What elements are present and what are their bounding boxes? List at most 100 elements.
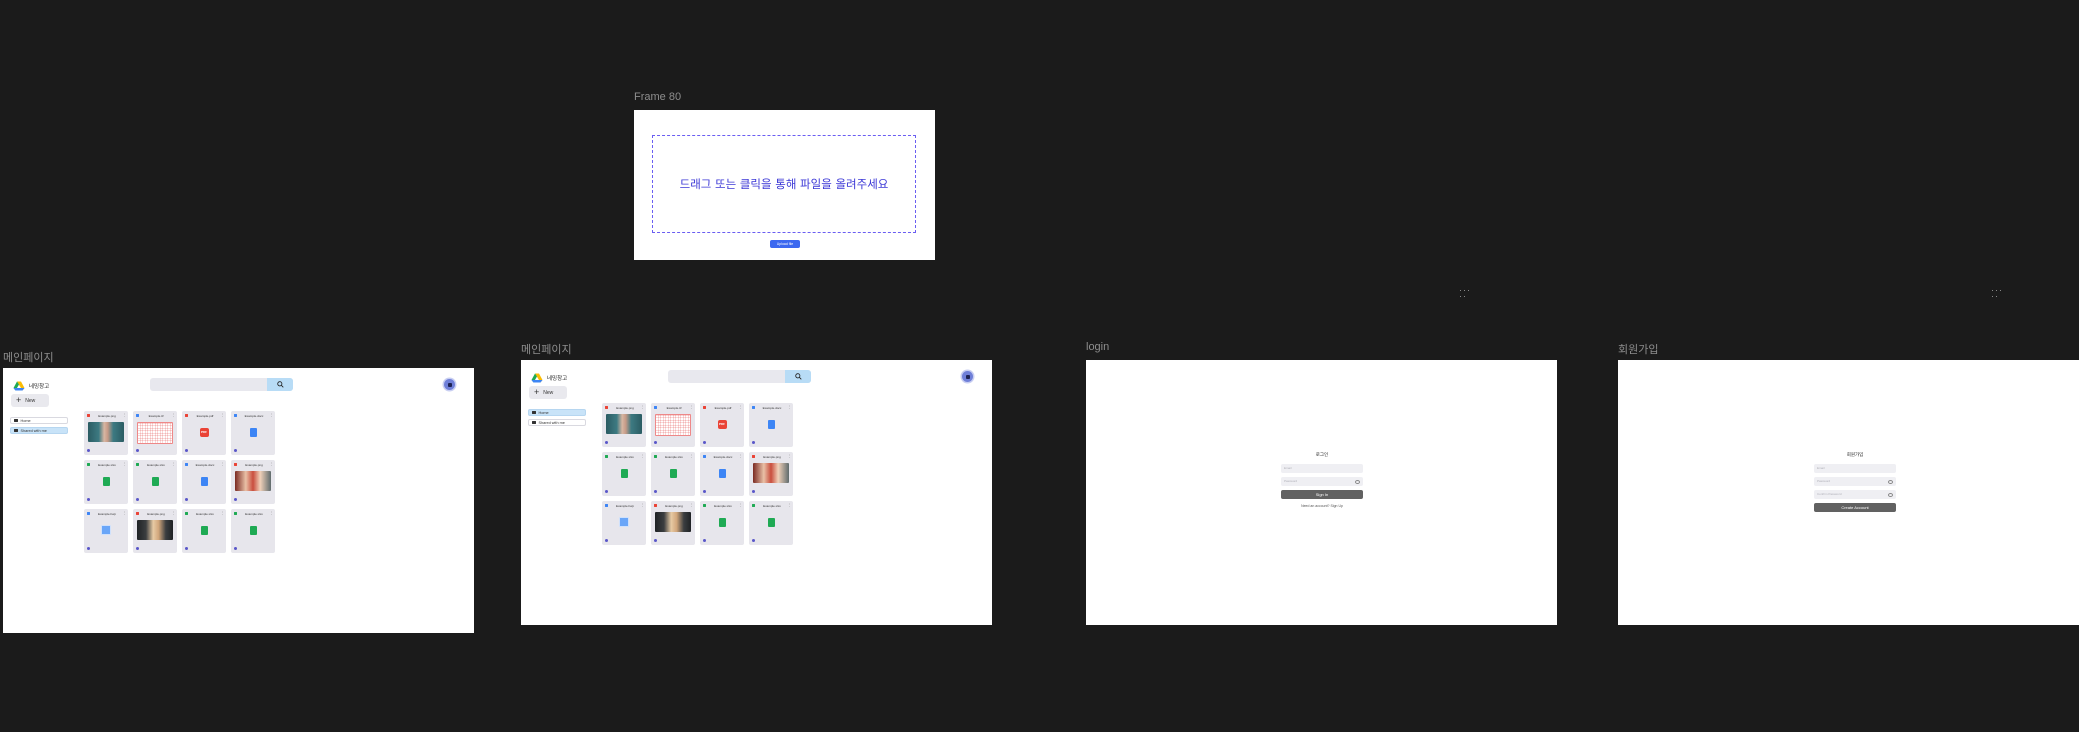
nav-item-label: Home bbox=[538, 410, 549, 415]
upload-button-label: Upload file bbox=[776, 242, 794, 246]
drop-zone-text: 드래그 또는 클릭을 통해 파일을 올려주세요 bbox=[679, 177, 889, 191]
more-vert-icon[interactable]: ⋮ bbox=[270, 413, 274, 417]
more-vert-icon[interactable]: ⋮ bbox=[788, 503, 792, 507]
file-card[interactable]: Example.xlsx ⋮ bbox=[602, 452, 646, 496]
file-card[interactable]: Example.pdf ⋮ PDF bbox=[182, 411, 226, 455]
more-vert-icon[interactable]: ⋮ bbox=[221, 462, 225, 466]
file-meta bbox=[654, 539, 657, 542]
file-card[interactable]: Example.xlsx ⋮ bbox=[749, 501, 793, 545]
spreadsheet-icon bbox=[620, 468, 628, 478]
email-field[interactable]: Email bbox=[1814, 464, 1896, 473]
more-vert-icon[interactable]: ⋮ bbox=[172, 511, 176, 515]
file-card[interactable]: Example.png ⋮ bbox=[749, 452, 793, 496]
new-button[interactable]: + New bbox=[529, 386, 567, 399]
more-vert-icon[interactable]: ⋮ bbox=[641, 454, 645, 458]
nav-item-home[interactable]: Home bbox=[10, 417, 68, 424]
confirm-password-placeholder: Confirm Password bbox=[1817, 492, 1842, 496]
sign-in-button[interactable]: Sign In bbox=[1281, 490, 1363, 499]
file-type-icon bbox=[185, 512, 188, 515]
file-meta bbox=[752, 441, 755, 444]
password-field[interactable]: Password bbox=[1281, 477, 1363, 486]
file-grid: Example.png ⋮ Example.tif ⋮ Example.pdf ⋮ PDF E… bbox=[84, 411, 275, 553]
file-card[interactable]: Example.pdf ⋮ PDF bbox=[700, 403, 744, 447]
file-card[interactable]: Example.xlsx ⋮ bbox=[133, 460, 177, 504]
create-account-button[interactable]: Create Account bbox=[1814, 503, 1896, 512]
more-vert-icon[interactable]: ⋮ bbox=[270, 511, 274, 515]
file-card[interactable]: Example.hwp ⋮ bbox=[84, 509, 128, 553]
file-drop-zone[interactable]: 드래그 또는 클릭을 통해 파일을 올려주세요 bbox=[652, 135, 916, 233]
file-meta bbox=[87, 449, 90, 452]
logo[interactable]: 네밍창고 bbox=[13, 380, 49, 392]
confirm-password-field[interactable]: Confirm Password bbox=[1814, 490, 1896, 499]
eye-icon[interactable] bbox=[1888, 493, 1893, 497]
user-avatar-icon[interactable] bbox=[444, 379, 455, 390]
more-vert-icon[interactable]: ⋮ bbox=[172, 413, 176, 417]
file-card[interactable]: Example.docx ⋮ bbox=[749, 403, 793, 447]
search-input[interactable] bbox=[668, 370, 811, 383]
more-vert-icon[interactable]: ⋮ bbox=[690, 503, 694, 507]
email-field[interactable]: Email bbox=[1281, 464, 1363, 473]
nav-item-shared[interactable]: Shared with me bbox=[528, 419, 586, 426]
more-vert-icon[interactable]: ⋮ bbox=[739, 405, 743, 409]
eye-icon[interactable] bbox=[1888, 480, 1893, 484]
search-button[interactable] bbox=[785, 370, 811, 383]
more-vert-icon[interactable]: ⋮ bbox=[270, 462, 274, 466]
file-card[interactable]: Example.xlsx ⋮ bbox=[231, 509, 275, 553]
more-vert-icon[interactable]: ⋮ bbox=[788, 454, 792, 458]
nav-item-home[interactable]: Home bbox=[528, 409, 586, 416]
more-vert-icon[interactable]: ⋮ bbox=[123, 413, 127, 417]
file-card[interactable]: Example.tif ⋮ bbox=[651, 403, 695, 447]
search-input[interactable] bbox=[150, 378, 293, 391]
nav-item-shared[interactable]: Shared with me bbox=[10, 427, 68, 434]
file-meta bbox=[605, 441, 608, 444]
file-card[interactable]: Example.xlsx ⋮ bbox=[182, 509, 226, 553]
owner-avatar-icon bbox=[752, 441, 755, 444]
more-vert-icon[interactable]: ⋮ bbox=[221, 413, 225, 417]
owner-avatar-icon bbox=[752, 490, 755, 493]
user-avatar-icon[interactable] bbox=[962, 371, 973, 382]
main-page-frame-1: 네밍창고 + New Home Shared with me Example.p… bbox=[3, 368, 474, 633]
file-type-icon bbox=[605, 455, 608, 458]
file-card[interactable]: Example.docx ⋮ bbox=[231, 411, 275, 455]
more-vert-icon[interactable]: ⋮ bbox=[172, 462, 176, 466]
slide-icon bbox=[619, 517, 629, 527]
file-card[interactable]: Example.docx ⋮ bbox=[182, 460, 226, 504]
file-card[interactable]: Example.png ⋮ bbox=[231, 460, 275, 504]
more-vert-icon[interactable]: ⋮ bbox=[641, 503, 645, 507]
owner-avatar-icon bbox=[185, 449, 188, 452]
password-field[interactable]: Password bbox=[1814, 477, 1896, 486]
more-vert-icon[interactable]: ⋮ bbox=[739, 503, 743, 507]
file-card[interactable]: Example.docx ⋮ bbox=[700, 452, 744, 496]
more-vert-icon[interactable]: ⋮ bbox=[123, 462, 127, 466]
file-card[interactable]: Example.png ⋮ bbox=[651, 501, 695, 545]
file-meta bbox=[234, 547, 237, 550]
more-vert-icon[interactable]: ⋮ bbox=[690, 405, 694, 409]
file-thumbnail bbox=[186, 520, 222, 540]
more-vert-icon[interactable]: ⋮ bbox=[641, 405, 645, 409]
more-vert-icon[interactable]: ⋮ bbox=[221, 511, 225, 515]
logo[interactable]: 네밍창고 bbox=[531, 372, 567, 384]
file-card[interactable]: Example.hwp ⋮ bbox=[602, 501, 646, 545]
file-card[interactable]: Example.png ⋮ bbox=[602, 403, 646, 447]
file-card[interactable]: Example.xlsx ⋮ bbox=[700, 501, 744, 545]
file-card[interactable]: Example.tif ⋮ bbox=[133, 411, 177, 455]
search-button[interactable] bbox=[267, 378, 293, 391]
file-card[interactable]: Example.png ⋮ bbox=[84, 411, 128, 455]
file-type-icon bbox=[654, 455, 657, 458]
more-vert-icon[interactable]: ⋮ bbox=[739, 454, 743, 458]
file-card[interactable]: Example.png ⋮ bbox=[133, 509, 177, 553]
file-type-icon bbox=[703, 504, 706, 507]
file-type-icon bbox=[752, 504, 755, 507]
owner-avatar-icon bbox=[654, 539, 657, 542]
new-button[interactable]: + New bbox=[11, 394, 49, 407]
more-vert-icon[interactable]: ⋮ bbox=[690, 454, 694, 458]
more-vert-icon[interactable]: ⋮ bbox=[123, 511, 127, 515]
file-card[interactable]: Example.xlsx ⋮ bbox=[84, 460, 128, 504]
login-title: 로그인 bbox=[1315, 453, 1329, 458]
document-icon bbox=[249, 427, 257, 437]
upload-button[interactable]: Upload file bbox=[770, 240, 800, 248]
more-vert-icon[interactable]: ⋮ bbox=[788, 405, 792, 409]
sign-up-link[interactable]: Need an account? Sign Up bbox=[1281, 504, 1363, 508]
file-card[interactable]: Example.xlsx ⋮ bbox=[651, 452, 695, 496]
eye-icon[interactable] bbox=[1355, 480, 1360, 484]
